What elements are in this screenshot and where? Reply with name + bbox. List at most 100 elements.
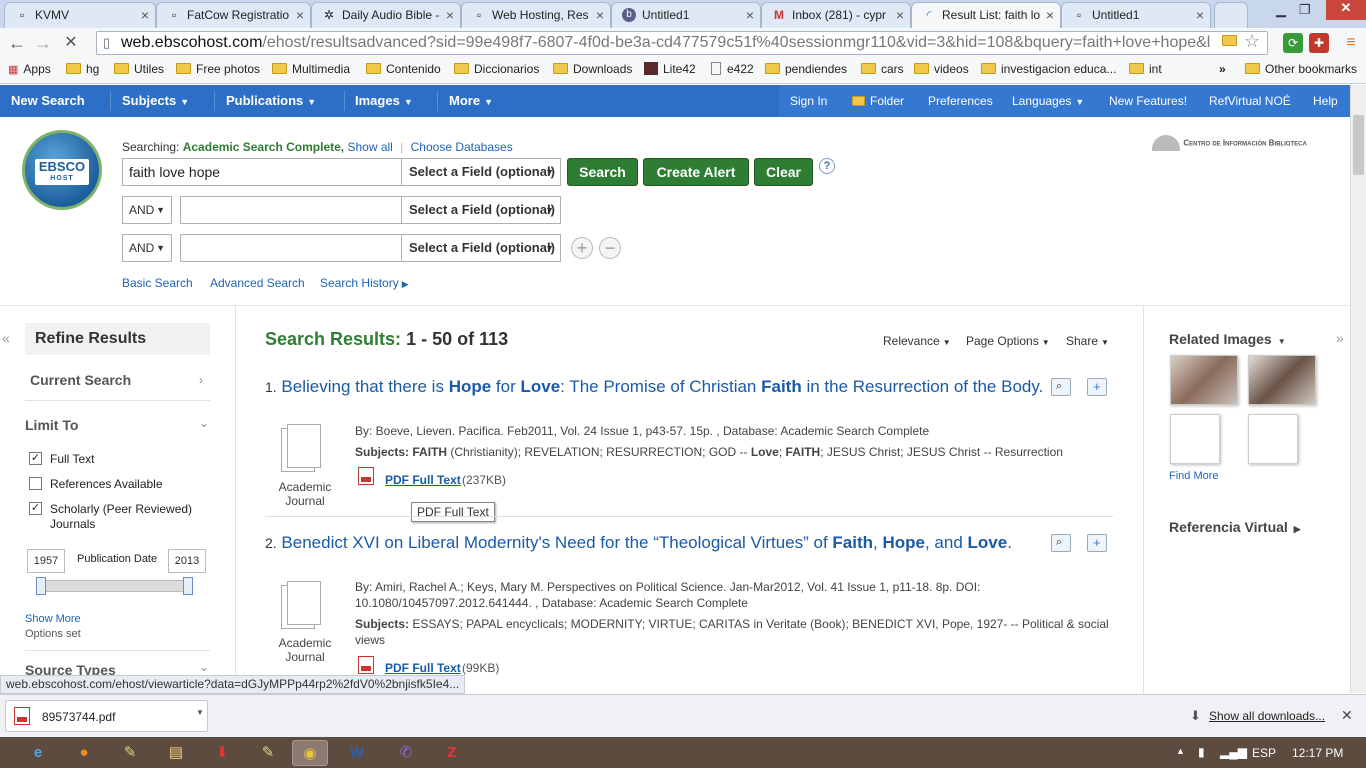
collapse-right-icon[interactable]: » <box>1336 330 1344 346</box>
add-row-icon[interactable]: + <box>571 237 593 259</box>
bookmarks-overflow[interactable]: » <box>1219 62 1226 76</box>
result-title-2[interactable]: 2. Benedict XVI on Liberal Modernity's N… <box>265 532 1055 554</box>
stop-icon[interactable]: ✕ <box>60 32 82 54</box>
related-images-heading[interactable]: Related Images ▼ <box>1169 331 1286 347</box>
nav-publications[interactable]: Publications ▼ <box>226 93 316 108</box>
viber-icon[interactable]: ✆ <box>388 740 424 766</box>
close-icon[interactable]: × <box>896 3 904 27</box>
bookmark-apps[interactable]: ▦ Apps <box>8 62 51 76</box>
bookmark-page[interactable]: e422 <box>711 62 754 76</box>
nav-more[interactable]: More ▼ <box>449 93 493 108</box>
date-to-input[interactable]: 2013 <box>168 549 206 573</box>
limit-to-toggle[interactable]: Limit To <box>25 417 78 433</box>
browser-tab[interactable]: ▫ Web Hosting, Res × <box>461 2 611 28</box>
pdf-full-text-link-2[interactable]: PDF Full Text <box>385 661 461 675</box>
nav-preferences[interactable]: Preferences <box>928 94 993 108</box>
app-icon[interactable]: ✎ <box>112 740 148 766</box>
folder-icon[interactable] <box>1222 34 1238 47</box>
add-to-folder-icon[interactable]: + <box>1087 378 1107 396</box>
app-icon[interactable]: ⬇ <box>204 740 240 766</box>
app-icon[interactable]: ✎ <box>250 740 286 766</box>
bookmark-folder[interactable]: Contenido <box>366 62 441 76</box>
nav-new-features[interactable]: New Features! <box>1109 94 1187 108</box>
search-input-2[interactable] <box>180 196 402 224</box>
create-alert-button[interactable]: Create Alert <box>643 158 749 186</box>
collapse-left-icon[interactable]: « <box>2 330 10 346</box>
page-options-dropdown[interactable]: Page Options ▼ <box>966 334 1050 348</box>
bookmark-folder[interactable]: Utiles <box>114 62 164 76</box>
filezilla-icon[interactable]: Z <box>434 740 470 766</box>
nav-help[interactable]: Help <box>1313 94 1338 108</box>
close-icon[interactable]: × <box>446 3 454 27</box>
bookmark-folder[interactable]: Multimedia <box>272 62 350 76</box>
nav-folder[interactable]: Folder <box>852 94 904 108</box>
battery-icon[interactable]: ▮ <box>1198 745 1205 759</box>
current-search-toggle[interactable]: Current Search <box>30 372 131 388</box>
date-slider-max-handle[interactable] <box>183 577 193 595</box>
add-to-folder-icon[interactable]: + <box>1087 534 1107 552</box>
new-tab-button[interactable] <box>1214 2 1248 28</box>
star-icon[interactable]: ☆ <box>1244 31 1260 52</box>
firefox-icon[interactable]: ● <box>66 740 102 766</box>
find-more-link[interactable]: Find More <box>1169 470 1219 482</box>
result-title-1[interactable]: 1. Believing that there is Hope for Love… <box>265 376 1055 398</box>
bookmark-lite42[interactable]: Lite42 <box>644 62 696 76</box>
browser-tab[interactable]: b Untitled1 × <box>611 2 761 28</box>
other-bookmarks[interactable]: Other bookmarks <box>1245 62 1357 76</box>
extension-icon[interactable]: ⟳ <box>1283 33 1303 53</box>
related-image-thumb[interactable] <box>1170 355 1238 405</box>
explorer-icon[interactable]: ▤ <box>158 740 194 766</box>
field-select-2[interactable]: Select a Field (optional) ▼ <box>401 196 561 224</box>
close-icon[interactable]: × <box>746 3 754 27</box>
clear-button[interactable]: Clear <box>754 158 813 186</box>
full-text-checkbox[interactable]: ✓ <box>29 452 42 465</box>
related-image-thumb[interactable] <box>1248 414 1298 464</box>
search-button[interactable]: Search <box>567 158 638 186</box>
show-all-link[interactable]: Show all <box>347 140 392 154</box>
address-bar[interactable]: ▯ web.ebscohost.com/ehost/resultsadvance… <box>96 31 1268 55</box>
word-icon[interactable]: W <box>339 740 375 766</box>
show-more-link[interactable]: Show More <box>25 613 81 625</box>
date-from-input[interactable]: 1957 <box>27 549 65 573</box>
advanced-search-link[interactable]: Advanced Search <box>210 276 305 290</box>
field-select-1[interactable]: Select a Field (optional) ▼ <box>401 158 561 186</box>
page-scrollbar[interactable] <box>1350 85 1366 693</box>
close-icon[interactable]: × <box>141 3 149 27</box>
close-icon[interactable]: × <box>1196 3 1204 27</box>
bookmark-folder[interactable]: Downloads <box>553 62 632 76</box>
search-history-link[interactable]: Search History ▶ <box>320 276 409 290</box>
ie-icon[interactable]: e <box>20 740 56 766</box>
ebsco-host-logo[interactable]: EBSCO HOST <box>22 130 102 210</box>
back-icon[interactable]: ← <box>6 32 28 54</box>
window-close-icon[interactable]: ✕ <box>1326 0 1366 20</box>
browser-tab[interactable]: ▫ Untitled1 × <box>1061 2 1211 28</box>
bookmark-folder[interactable]: Free photos <box>176 62 260 76</box>
browser-tab[interactable]: ▫ FatCow Registratio × <box>156 2 311 28</box>
preview-icon[interactable]: ⌕ <box>1051 534 1071 552</box>
scrollbar-thumb[interactable] <box>1353 115 1364 175</box>
minimize-icon[interactable]: ▁ <box>1276 2 1286 18</box>
signal-icon[interactable]: ▂▄▆ <box>1220 745 1247 759</box>
browser-tab-active[interactable]: ◜ Result List: faith lo × <box>911 2 1061 28</box>
search-input[interactable]: faith love hope <box>122 158 402 186</box>
extension-icon-2[interactable]: ✚ <box>1309 33 1329 53</box>
pdf-full-text-link-1[interactable]: PDF Full Text <box>385 473 461 487</box>
browser-tab[interactable]: ▫ KVMV × <box>4 2 156 28</box>
caret-down-icon[interactable]: ▼ <box>196 708 204 717</box>
sort-dropdown[interactable]: Relevance ▼ <box>883 334 951 348</box>
forward-icon[interactable]: → <box>32 32 54 54</box>
menu-icon[interactable]: ≡ <box>1340 32 1362 54</box>
nav-refvirtual[interactable]: RefVirtual NOÉ <box>1209 94 1291 108</box>
bookmark-folder[interactable]: hg <box>66 62 99 76</box>
close-icon[interactable]: × <box>1046 3 1054 27</box>
close-icon[interactable]: ✕ <box>1341 707 1353 724</box>
preview-icon[interactable]: ⌕ <box>1051 378 1071 396</box>
bool-select-2[interactable]: AND ▼ <box>122 196 172 224</box>
browser-tab[interactable]: ✲ Daily Audio Bible - × <box>311 2 461 28</box>
bookmark-folder[interactable]: videos <box>914 62 969 76</box>
bookmark-folder[interactable]: investigacion educa... <box>981 62 1116 76</box>
bool-select-3[interactable]: AND ▼ <box>122 234 172 262</box>
references-checkbox[interactable] <box>29 477 42 490</box>
help-icon[interactable]: ? <box>819 158 835 174</box>
related-image-thumb[interactable] <box>1248 355 1316 405</box>
